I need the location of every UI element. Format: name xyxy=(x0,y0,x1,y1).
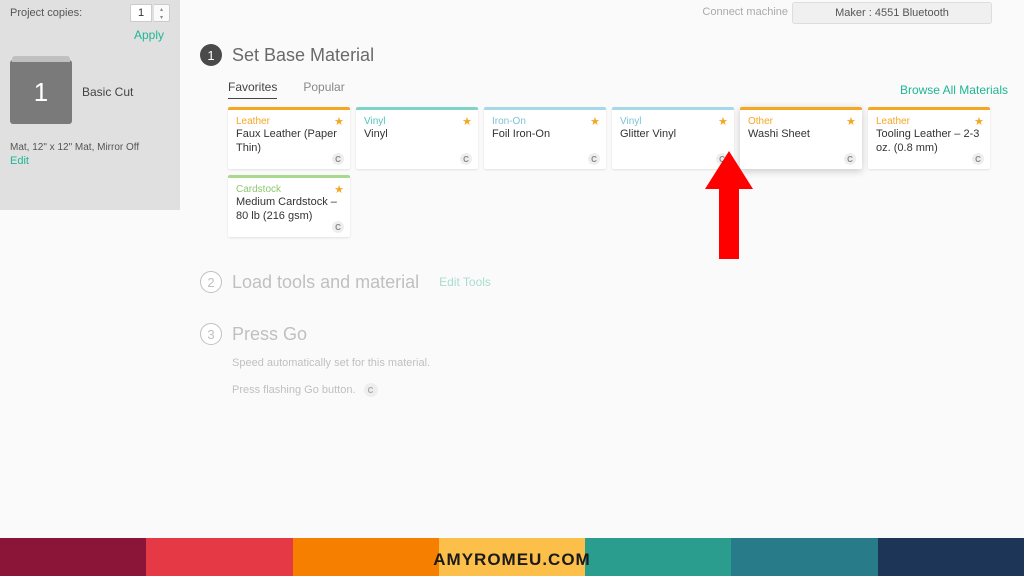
browse-materials-link[interactable]: Browse All Materials xyxy=(900,83,1008,97)
mat-preview[interactable]: 1 Basic Cut xyxy=(0,52,180,132)
step-1-title: Set Base Material xyxy=(232,45,374,66)
project-copies-input[interactable]: 1 ▴ ▾ xyxy=(130,4,170,22)
mat-thumbnail[interactable]: 1 xyxy=(10,60,72,124)
stepper-down-icon[interactable]: ▾ xyxy=(154,13,169,21)
footer-watermark: AMYROMEU.COM xyxy=(0,538,1024,576)
tab-popular[interactable]: Popular xyxy=(303,80,344,99)
machine-dropdown[interactable]: Maker : 4551 Bluetooth xyxy=(792,2,992,24)
star-icon[interactable]: ★ xyxy=(462,115,472,128)
material-card-faux-leather[interactable]: Leather Faux Leather (Paper Thin) ★ C xyxy=(228,107,350,169)
cricut-badge-icon: C xyxy=(332,153,344,165)
material-tabs: Favorites Popular xyxy=(228,80,345,99)
star-icon[interactable]: ★ xyxy=(334,115,344,128)
mat-number: 1 xyxy=(34,77,48,108)
mat-info: Mat, 12" x 12" Mat, Mirror Off xyxy=(0,132,180,153)
material-name: Faux Leather (Paper Thin) xyxy=(236,128,342,156)
material-category: Other xyxy=(748,116,854,127)
star-icon[interactable]: ★ xyxy=(846,115,856,128)
footer-color-5 xyxy=(585,538,731,576)
cricut-badge-icon: C xyxy=(332,221,344,233)
step-1-number: 1 xyxy=(200,44,222,66)
cricut-badge-icon: C xyxy=(460,153,472,165)
step-3-speed-info: Speed automatically set for this materia… xyxy=(232,357,1008,369)
material-category: Leather xyxy=(236,116,342,127)
step-2: 2 Load tools and material Edit Tools xyxy=(200,271,1008,293)
material-name: Vinyl xyxy=(364,128,470,142)
connect-machine-label[interactable]: Connect machine xyxy=(702,6,788,18)
copies-value[interactable]: 1 xyxy=(130,4,152,22)
star-icon[interactable]: ★ xyxy=(334,183,344,196)
star-icon[interactable]: ★ xyxy=(590,115,600,128)
material-category: Cardstock xyxy=(236,184,342,195)
step-1: 1 Set Base Material Favorites Popular Br… xyxy=(200,44,1008,237)
stepper-up-icon[interactable]: ▴ xyxy=(154,5,169,13)
project-copies-label: Project copies: xyxy=(10,7,82,19)
material-card-glitter-vinyl[interactable]: Vinyl Glitter Vinyl ★ C xyxy=(612,107,734,169)
material-category: Leather xyxy=(876,116,982,127)
tab-favorites[interactable]: Favorites xyxy=(228,80,277,99)
material-name: Tooling Leather – 2-3 oz. (0.8 mm) xyxy=(876,128,982,156)
material-category: Vinyl xyxy=(620,116,726,127)
cut-type-label: Basic Cut xyxy=(82,85,133,99)
material-name: Foil Iron-On xyxy=(492,128,598,142)
cricut-badge-icon: C xyxy=(588,153,600,165)
material-name: Medium Cardstock – 80 lb (216 gsm) xyxy=(236,196,342,224)
step-3-press-info: Press flashing Go button. C xyxy=(232,383,1008,397)
star-icon[interactable]: ★ xyxy=(974,115,984,128)
footer-text: AMYROMEU.COM xyxy=(433,550,590,570)
sidebar: Project copies: 1 ▴ ▾ Apply 1 Basic Cut … xyxy=(0,0,180,210)
go-button-icon: C xyxy=(364,383,378,397)
edit-tools-link[interactable]: Edit Tools xyxy=(439,275,491,289)
footer-color-3 xyxy=(293,538,439,576)
material-category: Iron-On xyxy=(492,116,598,127)
copies-stepper[interactable]: ▴ ▾ xyxy=(154,4,170,22)
material-card-washi-sheet[interactable]: Other Washi Sheet ★ C xyxy=(740,107,862,169)
step-2-title: Load tools and material xyxy=(232,272,419,293)
step-2-number: 2 xyxy=(200,271,222,293)
step-3: 3 Press Go xyxy=(200,323,1008,345)
cricut-badge-icon: C xyxy=(844,153,856,165)
material-category: Vinyl xyxy=(364,116,470,127)
material-tabs-row: Favorites Popular Browse All Materials xyxy=(228,80,1008,99)
footer-color-6 xyxy=(731,538,877,576)
step-1-header: 1 Set Base Material xyxy=(200,44,1008,66)
material-card-tooling-leather[interactable]: Leather Tooling Leather – 2-3 oz. (0.8 m… xyxy=(868,107,990,169)
project-copies-row: Project copies: 1 ▴ ▾ xyxy=(0,0,180,26)
footer-color-7 xyxy=(878,538,1024,576)
material-card-vinyl[interactable]: Vinyl Vinyl ★ C xyxy=(356,107,478,169)
edit-link[interactable]: Edit xyxy=(0,153,180,169)
machine-name: Maker : 4551 Bluetooth xyxy=(835,7,949,19)
step-3-number: 3 xyxy=(200,323,222,345)
cricut-badge-icon: C xyxy=(716,153,728,165)
material-card-foil-iron-on[interactable]: Iron-On Foil Iron-On ★ C xyxy=(484,107,606,169)
material-card-medium-cardstock[interactable]: Cardstock Medium Cardstock – 80 lb (216 … xyxy=(228,175,350,237)
apply-button[interactable]: Apply xyxy=(0,26,180,52)
press-go-text: Press flashing Go button. xyxy=(232,384,356,396)
materials-grid: Leather Faux Leather (Paper Thin) ★ C Vi… xyxy=(228,107,1008,237)
material-name: Washi Sheet xyxy=(748,128,854,142)
material-name: Glitter Vinyl xyxy=(620,128,726,142)
footer-color-1 xyxy=(0,538,146,576)
step-3-title: Press Go xyxy=(232,324,307,345)
footer-color-2 xyxy=(146,538,292,576)
cricut-badge-icon: C xyxy=(972,153,984,165)
star-icon[interactable]: ★ xyxy=(718,115,728,128)
main-content: Connect machine Maker : 4551 Bluetooth 1… xyxy=(200,0,1008,397)
